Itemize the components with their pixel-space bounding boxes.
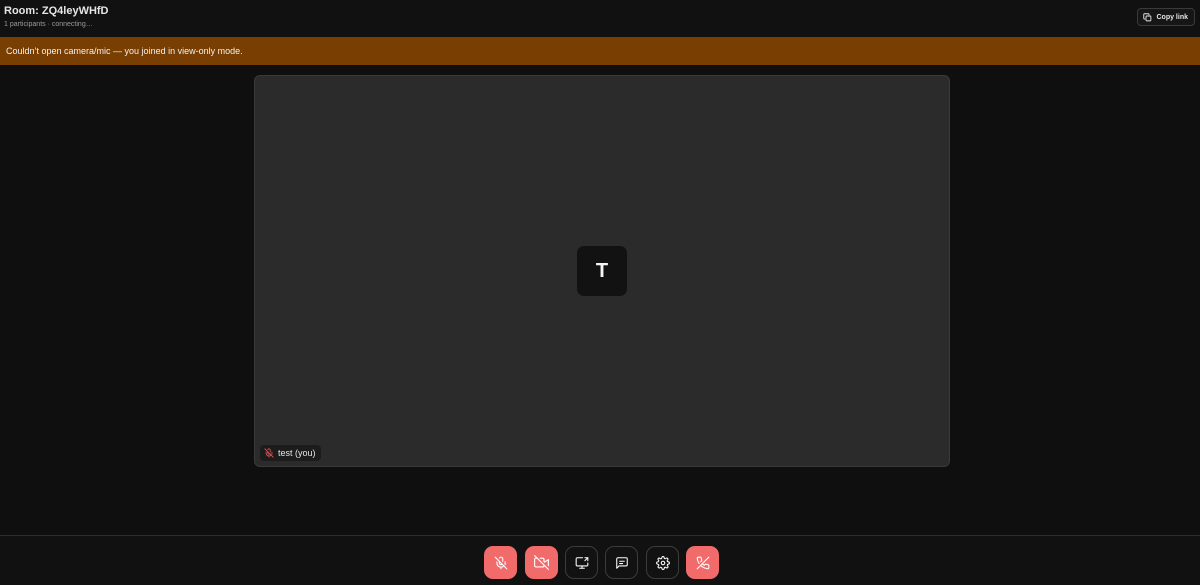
phone-off-icon <box>696 556 710 570</box>
leave-call-button[interactable] <box>686 546 719 579</box>
room-title: Room: ZQ4leyWHfD <box>4 5 109 17</box>
copy-link-label: Copy link <box>1156 13 1188 21</box>
gear-icon <box>655 555 670 570</box>
room-status: 1 participants · connecting… <box>4 21 93 28</box>
chat-icon <box>615 556 629 570</box>
banner-text: Couldn’t open camera/mic — you joined in… <box>6 46 243 56</box>
participant-name-tag: test (you) <box>260 445 321 461</box>
screen-share-icon <box>575 556 589 570</box>
view-only-banner: Couldn’t open camera/mic — you joined in… <box>0 37 1200 65</box>
avatar: T <box>577 246 627 296</box>
copy-link-button[interactable]: Copy link <box>1137 8 1195 26</box>
control-bar <box>0 535 1200 585</box>
video-tile: T test (you) <box>254 75 950 467</box>
screen-share-button[interactable] <box>565 546 598 579</box>
meeting-app: Room: ZQ4leyWHfD 1 participants · connec… <box>0 0 1200 585</box>
chat-button[interactable] <box>605 546 638 579</box>
mic-off-icon <box>494 556 508 570</box>
mic-off-icon <box>264 448 274 458</box>
header: Room: ZQ4leyWHfD 1 participants · connec… <box>0 0 1200 37</box>
mic-toggle-button[interactable] <box>484 546 517 579</box>
copy-icon <box>1143 12 1152 22</box>
camera-toggle-button[interactable] <box>525 546 558 579</box>
participant-name: test (you) <box>278 448 316 458</box>
video-off-icon <box>534 555 549 570</box>
settings-button[interactable] <box>646 546 679 579</box>
